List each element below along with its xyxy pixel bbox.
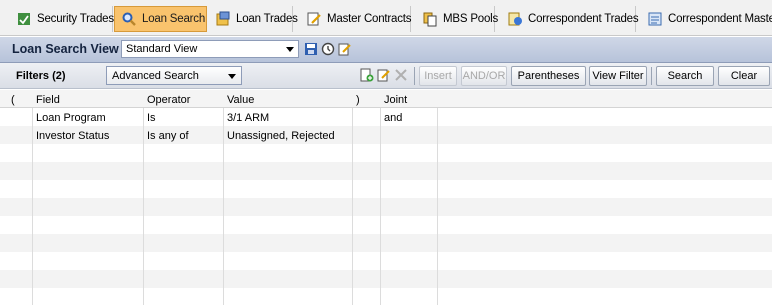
clear-button[interactable]: Clear (718, 66, 770, 86)
tab-master-contracts[interactable]: Master Contracts (300, 6, 412, 32)
value-cell: 3/1 ARM (227, 112, 270, 124)
search-icon (122, 12, 136, 26)
and-or-button[interactable]: AND/OR (461, 66, 507, 86)
tab-bar: Security Trades Loan Search Loan Trades … (0, 0, 772, 36)
loan-trades-icon (216, 11, 230, 26)
table-header: ( Field Operator Value ) Joint (0, 90, 772, 108)
operator-cell: Is any of (147, 130, 189, 142)
tab-label: Correspondent Trades (528, 13, 639, 25)
view-select-value: Standard View (126, 43, 198, 55)
field-cell: Loan Program (36, 112, 106, 124)
add-filter-icon[interactable] (360, 68, 374, 82)
joint-cell: and (384, 112, 403, 124)
parentheses-button[interactable]: Parentheses (511, 66, 586, 86)
mbs-pools-icon (423, 12, 437, 27)
edit-icon[interactable] (338, 42, 352, 56)
view-select[interactable]: Standard View (121, 40, 299, 58)
insert-button[interactable]: Insert (419, 66, 457, 86)
search-mode-select[interactable]: Advanced Search (106, 66, 242, 85)
column-header-field[interactable]: Field (36, 94, 60, 106)
correspondent-masters-icon (648, 12, 662, 26)
filter-grid: ( Field Operator Value ) Joint Loan Prog… (0, 90, 772, 305)
search-mode-value: Advanced Search (112, 70, 199, 82)
master-contracts-icon (307, 12, 321, 26)
column-header-joint[interactable]: Joint (384, 94, 407, 106)
reset-icon[interactable] (321, 42, 335, 56)
table-row[interactable]: Loan Program Is 3/1 ARM and (0, 108, 772, 126)
view-title: Loan Search View (12, 42, 119, 56)
operator-cell: Is (147, 112, 156, 124)
tab-mbs-pools[interactable]: MBS Pools (416, 6, 499, 32)
tab-correspondent-masters[interactable]: Correspondent Masters (641, 6, 772, 32)
tab-loan-trades[interactable]: Loan Trades (209, 6, 298, 32)
column-header-value[interactable]: Value (227, 94, 254, 106)
chevron-down-icon[interactable] (228, 74, 236, 79)
tab-security-trades[interactable]: Security Trades (10, 6, 114, 32)
tab-label: Loan Search (142, 13, 206, 25)
column-header-close-paren[interactable]: ) (356, 94, 360, 106)
column-header-open-paren[interactable]: ( (11, 94, 15, 106)
table-row-empty (0, 270, 772, 288)
security-trades-icon (18, 13, 30, 25)
delete-filter-icon[interactable] (394, 68, 408, 82)
tab-label: MBS Pools (443, 13, 499, 25)
search-button[interactable]: Search (656, 66, 714, 86)
edit-filter-icon[interactable] (377, 68, 391, 82)
tab-label: Security Trades (37, 13, 114, 25)
view-bar: Loan Search View Standard View (0, 37, 772, 63)
table-row-empty (0, 198, 772, 216)
table-row-empty (0, 162, 772, 180)
tab-label: Correspondent Masters (668, 13, 772, 25)
toolbar-separator (414, 67, 415, 85)
tab-correspondent-trades[interactable]: Correspondent Trades (501, 6, 639, 32)
save-icon[interactable] (304, 42, 318, 56)
value-cell: Unassigned, Rejected (227, 130, 335, 142)
tab-label: Master Contracts (327, 13, 412, 25)
chevron-down-icon[interactable] (286, 47, 294, 52)
correspondent-trades-icon (508, 12, 522, 26)
tab-loan-search[interactable]: Loan Search (114, 6, 207, 32)
table-row[interactable]: Investor Status Is any of Unassigned, Re… (0, 126, 772, 144)
tab-label: Loan Trades (236, 13, 298, 25)
filter-bar: Filters (2) Advanced Search Insert AND/O… (0, 63, 772, 89)
column-header-operator[interactable]: Operator (147, 94, 190, 106)
toolbar-separator (651, 67, 652, 85)
table-row-empty (0, 234, 772, 252)
view-filter-button[interactable]: View Filter (589, 66, 647, 86)
filters-label: Filters (2) (16, 70, 66, 82)
field-cell: Investor Status (36, 130, 110, 142)
